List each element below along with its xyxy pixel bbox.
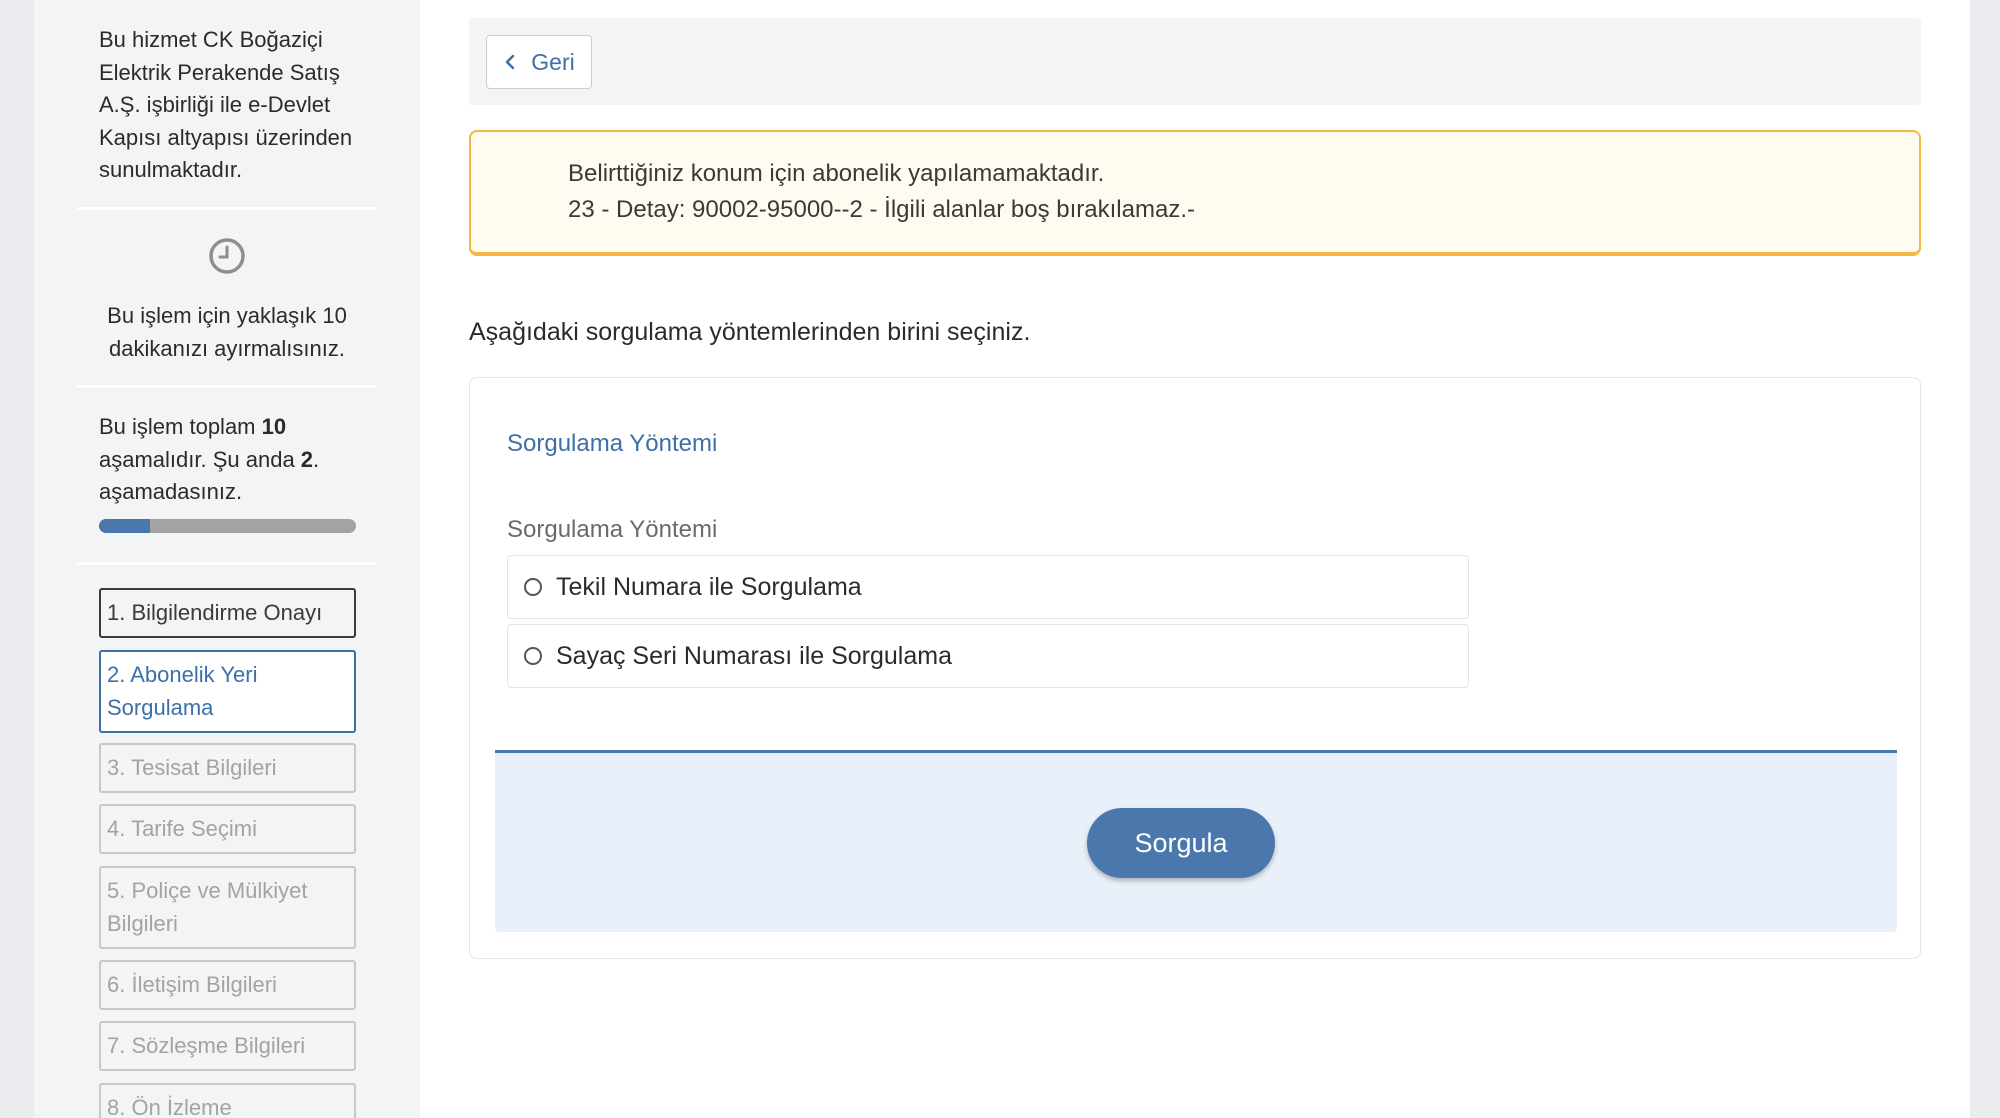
radio-button[interactable] [524, 647, 542, 665]
step-count-text: Bu işlem toplam 10 aşamalıdır. Şu anda 2… [99, 414, 320, 504]
radio-option-label: Tekil Numara ile Sorgulama [556, 572, 862, 601]
progress-bar-fill [99, 519, 151, 533]
main-content: Geri Belirttiğiniz konum için abonelik y… [420, 0, 1970, 1118]
alert-detail: 23 - Detay: 90002-95000--2 - İlgili alan… [568, 196, 1195, 223]
back-button[interactable]: Geri [486, 35, 592, 89]
sidebar-divider [77, 562, 377, 565]
time-estimate-text: Bu işlem için yaklaşık 10 dakikanızı ayı… [107, 303, 347, 361]
chevron-left-icon [506, 54, 515, 70]
alert-message: Belirttiğiniz konum için abonelik yapıla… [568, 160, 1105, 187]
radio-option-label: Sayaç Seri Numarası ile Sorgulama [556, 641, 952, 670]
step-item-4[interactable]: 4. Tarife Seçimi [99, 804, 356, 854]
step-item-7[interactable]: 7. Sözleşme Bilgileri [99, 1021, 356, 1071]
step-item-1[interactable]: 1. Bilgilendirme Onayı [99, 588, 356, 638]
clock-icon [209, 238, 245, 274]
step-item-8[interactable]: 8. Ön İzleme [99, 1083, 356, 1118]
submit-area: Sorgula [495, 750, 1897, 932]
card-title: Sorgulama Yöntemi [507, 430, 718, 457]
progress-bar [99, 519, 356, 533]
sidebar: Bu hizmet CK Boğaziçi Elektrik Perakende… [34, 0, 420, 1118]
service-info-text: Bu hizmet CK Boğaziçi Elektrik Perakende… [99, 27, 353, 182]
field-label: Sorgulama Yöntemi [507, 516, 718, 543]
step-item-2[interactable]: 2. Abonelik Yeri Sorgulama [99, 650, 356, 733]
step-item-6[interactable]: 6. İletişim Bilgileri [99, 960, 356, 1010]
query-submit-button[interactable]: Sorgula [1087, 808, 1275, 878]
sidebar-divider [77, 385, 377, 388]
radio-option-sayac-seri[interactable]: Sayaç Seri Numarası ile Sorgulama [507, 624, 1469, 688]
query-method-card: Sorgulama Yöntemi Sorgulama Yöntemi Teki… [469, 377, 1921, 959]
instruction-text: Aşağıdaki sorgulama yöntemlerinden birin… [469, 318, 1031, 346]
back-button-label: Geri [531, 48, 575, 75]
top-action-bar: Geri [469, 18, 1921, 105]
radio-option-tekil-numara[interactable]: Tekil Numara ile Sorgulama [507, 555, 1469, 619]
sidebar-divider [77, 207, 377, 210]
step-item-5[interactable]: 5. Poliçe ve Mülkiyet Bilgileri [99, 866, 356, 949]
radio-button[interactable] [524, 578, 542, 596]
warning-alert: Belirttiğiniz konum için abonelik yapıla… [469, 130, 1921, 256]
step-item-3[interactable]: 3. Tesisat Bilgileri [99, 743, 356, 793]
